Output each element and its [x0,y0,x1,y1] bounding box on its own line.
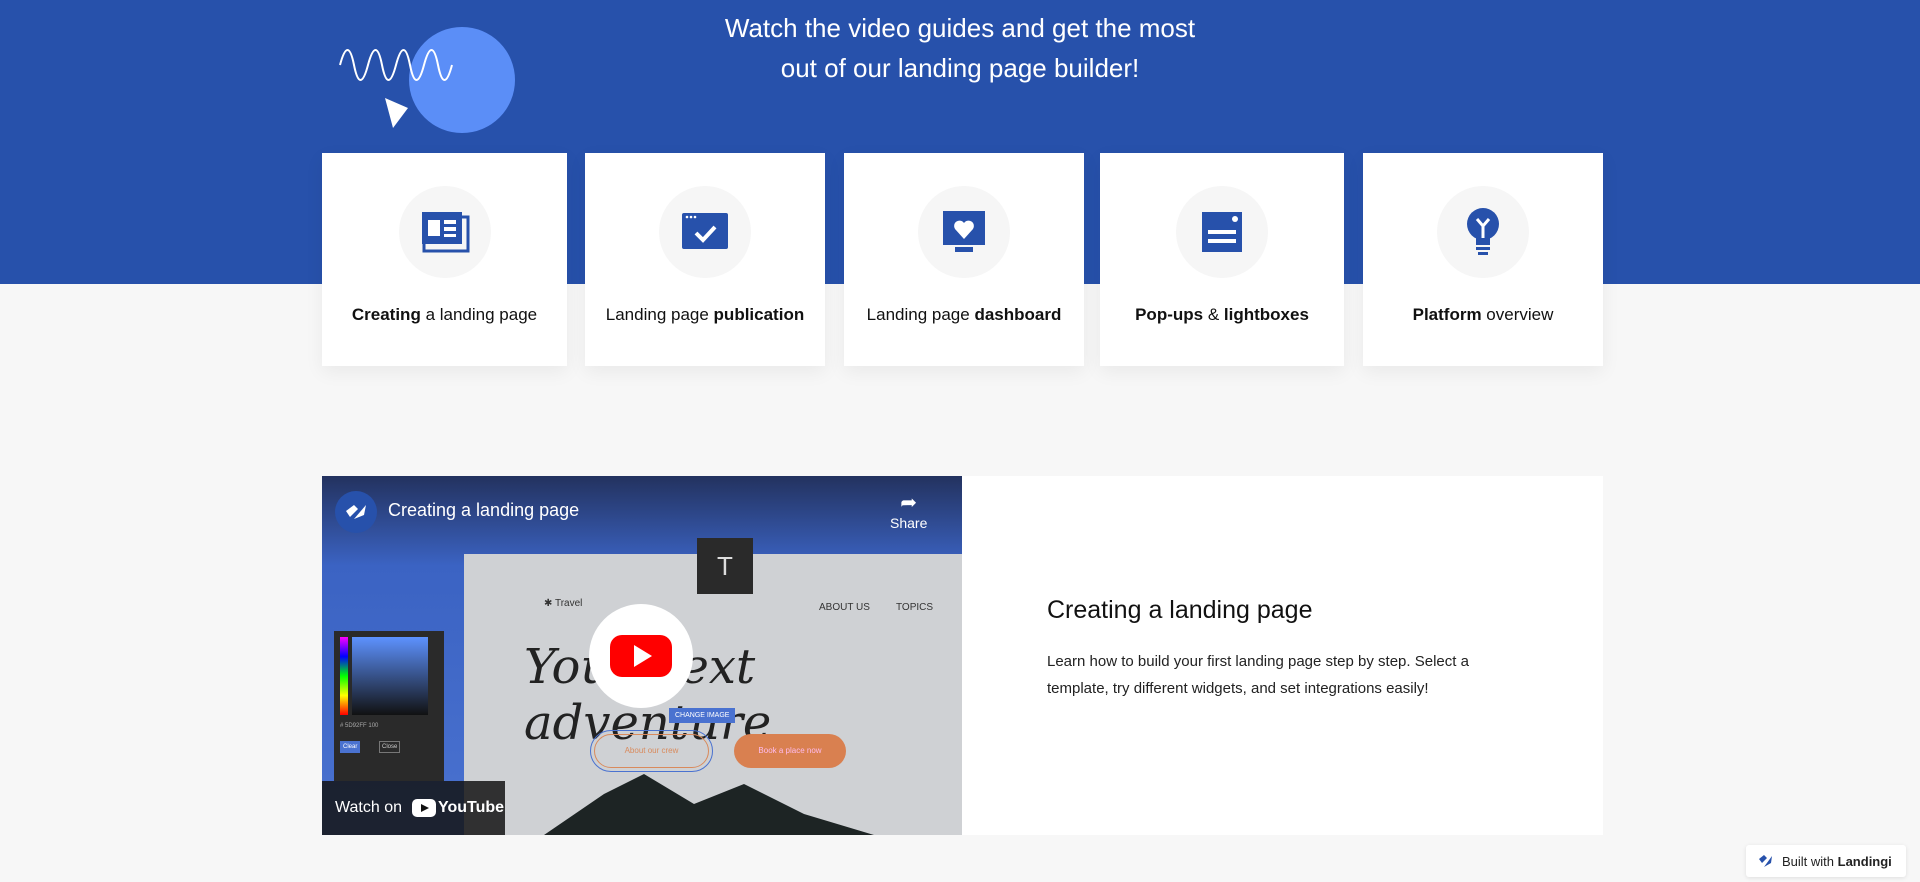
video-thumbnail: ✱ Travel ABOUT US TOPICS Your next adven… [464,554,962,835]
video-description-body: Learn how to build your first landing pa… [1047,653,1469,697]
channel-logo-icon[interactable] [335,491,377,533]
youtube-logo-icon [412,799,436,817]
landingi-logo-icon [1759,855,1772,867]
popup-form-icon [1202,212,1242,252]
video-description-title: Creating a landing page [1047,596,1313,624]
play-button[interactable] [589,604,693,708]
youtube-video-embed[interactable]: ✱ Travel ABOUT US TOPICS Your next adven… [322,476,962,835]
share-button[interactable]: ➦ Share [890,490,927,531]
card-platform-overview[interactable]: Platform overview [1363,153,1603,366]
built-with-landingi-badge[interactable]: Built with Landingi [1746,845,1906,877]
page-headline: Watch the video guides and get the most … [724,13,1196,83]
monitor-heart-icon [943,211,985,252]
youtube-play-icon [610,635,672,677]
share-icon: ➦ [900,492,918,514]
card-popups-lightboxes[interactable]: Pop-ups & lightboxes [1100,153,1344,366]
browser-windows-icon [421,212,469,253]
card-creating-landing-page[interactable]: Creating a landing page [322,153,567,366]
decorative-shapes [339,27,515,133]
lightbulb-icon [1467,208,1499,255]
video-description-panel: Creating a landing page Learn how to bui… [962,476,1603,835]
video-title[interactable]: Creating a landing page [388,500,579,521]
browser-check-icon [682,213,728,249]
card-landing-page-dashboard[interactable]: Landing page dashboard [844,153,1084,366]
watch-on-youtube-button[interactable]: Watch on YouTube [322,781,505,835]
card-landing-page-publication[interactable]: Landing page publication [585,153,825,366]
color-picker-thumbnail: # 5D92FF 100 Clear Close [334,631,444,781]
